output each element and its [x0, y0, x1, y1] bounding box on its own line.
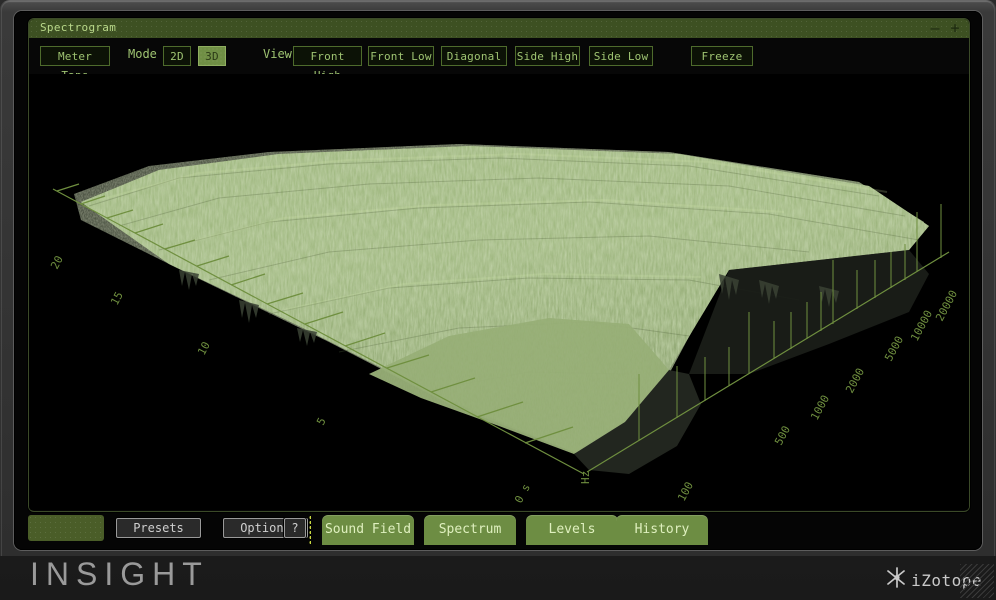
view-front-high-button[interactable]: Front High: [293, 46, 362, 82]
product-wordmark: INSIGHT: [30, 556, 209, 592]
bottom-toolbar: Presets Options ? Sound Field Spectrum L…: [28, 515, 968, 548]
spectrogram-module: Spectrogram – + Meter Taps Mode 2D 3D Vi…: [28, 18, 970, 512]
meter-taps-button[interactable]: Meter Taps: [40, 46, 110, 82]
plugin-window: Spectrogram – + Meter Taps Mode 2D 3D Vi…: [0, 0, 996, 600]
mode-label: Mode: [128, 47, 157, 61]
view-diagonal-button[interactable]: Diagonal: [441, 46, 507, 66]
module-title: Spectrogram: [40, 21, 117, 34]
minimize-icon[interactable]: –: [927, 20, 943, 36]
maximize-icon[interactable]: +: [947, 20, 963, 36]
tab-spectrum[interactable]: Spectrum: [424, 515, 516, 545]
view-front-low-button[interactable]: Front Low: [368, 46, 434, 66]
view-side-low-button[interactable]: Side Low: [589, 46, 653, 66]
resize-grip-icon[interactable]: [960, 564, 994, 598]
spectrogram-plot[interactable]: 20 15 10 5 0 s 100 500 1000 2000 5000 10…: [29, 74, 969, 510]
tab-sound-field[interactable]: Sound Field: [322, 515, 414, 545]
izotope-star-icon: [884, 565, 910, 595]
tab-history[interactable]: History: [616, 515, 708, 545]
toolbar-separator: [309, 515, 311, 545]
help-button[interactable]: ?: [284, 518, 306, 538]
mode-3d-button[interactable]: 3D: [198, 46, 226, 66]
presets-button[interactable]: Presets: [116, 518, 201, 538]
module-toolbar: Meter Taps Mode 2D 3D View Front High Fr…: [29, 38, 969, 82]
module-titlebar: Spectrogram – +: [29, 19, 969, 38]
freeze-button[interactable]: Freeze: [691, 46, 753, 66]
mode-2d-button[interactable]: 2D: [163, 46, 191, 66]
view-label: View: [263, 47, 292, 61]
tab-levels[interactable]: Levels: [526, 515, 618, 545]
view-side-high-button[interactable]: Side High: [515, 46, 580, 66]
frequency-axis-label: Hz: [579, 471, 592, 484]
status-panel: [28, 515, 104, 541]
